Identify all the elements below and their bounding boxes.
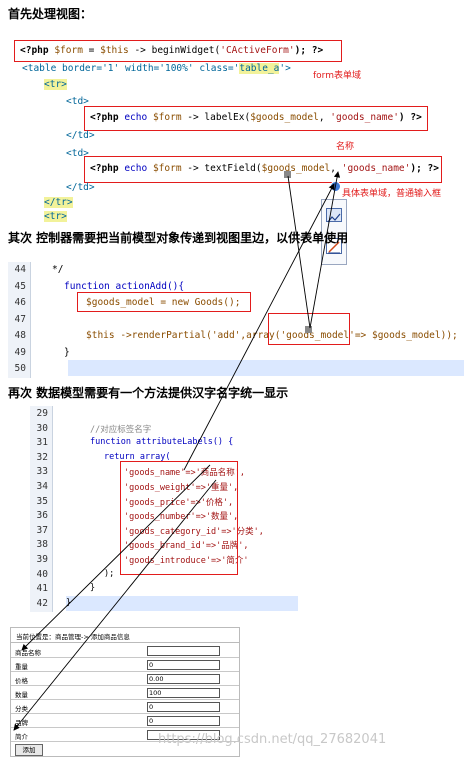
- watermark: https://blog.csdn.net/qq_27682041: [158, 732, 387, 747]
- arrow-model-to-view: [309, 171, 341, 329]
- arrow-labels-to-name: [183, 183, 335, 471]
- arrow-label-to-intro: [13, 479, 217, 731]
- arrow-model-to-textfield: [287, 175, 311, 329]
- annotation-arrows: [13, 171, 341, 731]
- arrow-name-to-form: [21, 464, 211, 651]
